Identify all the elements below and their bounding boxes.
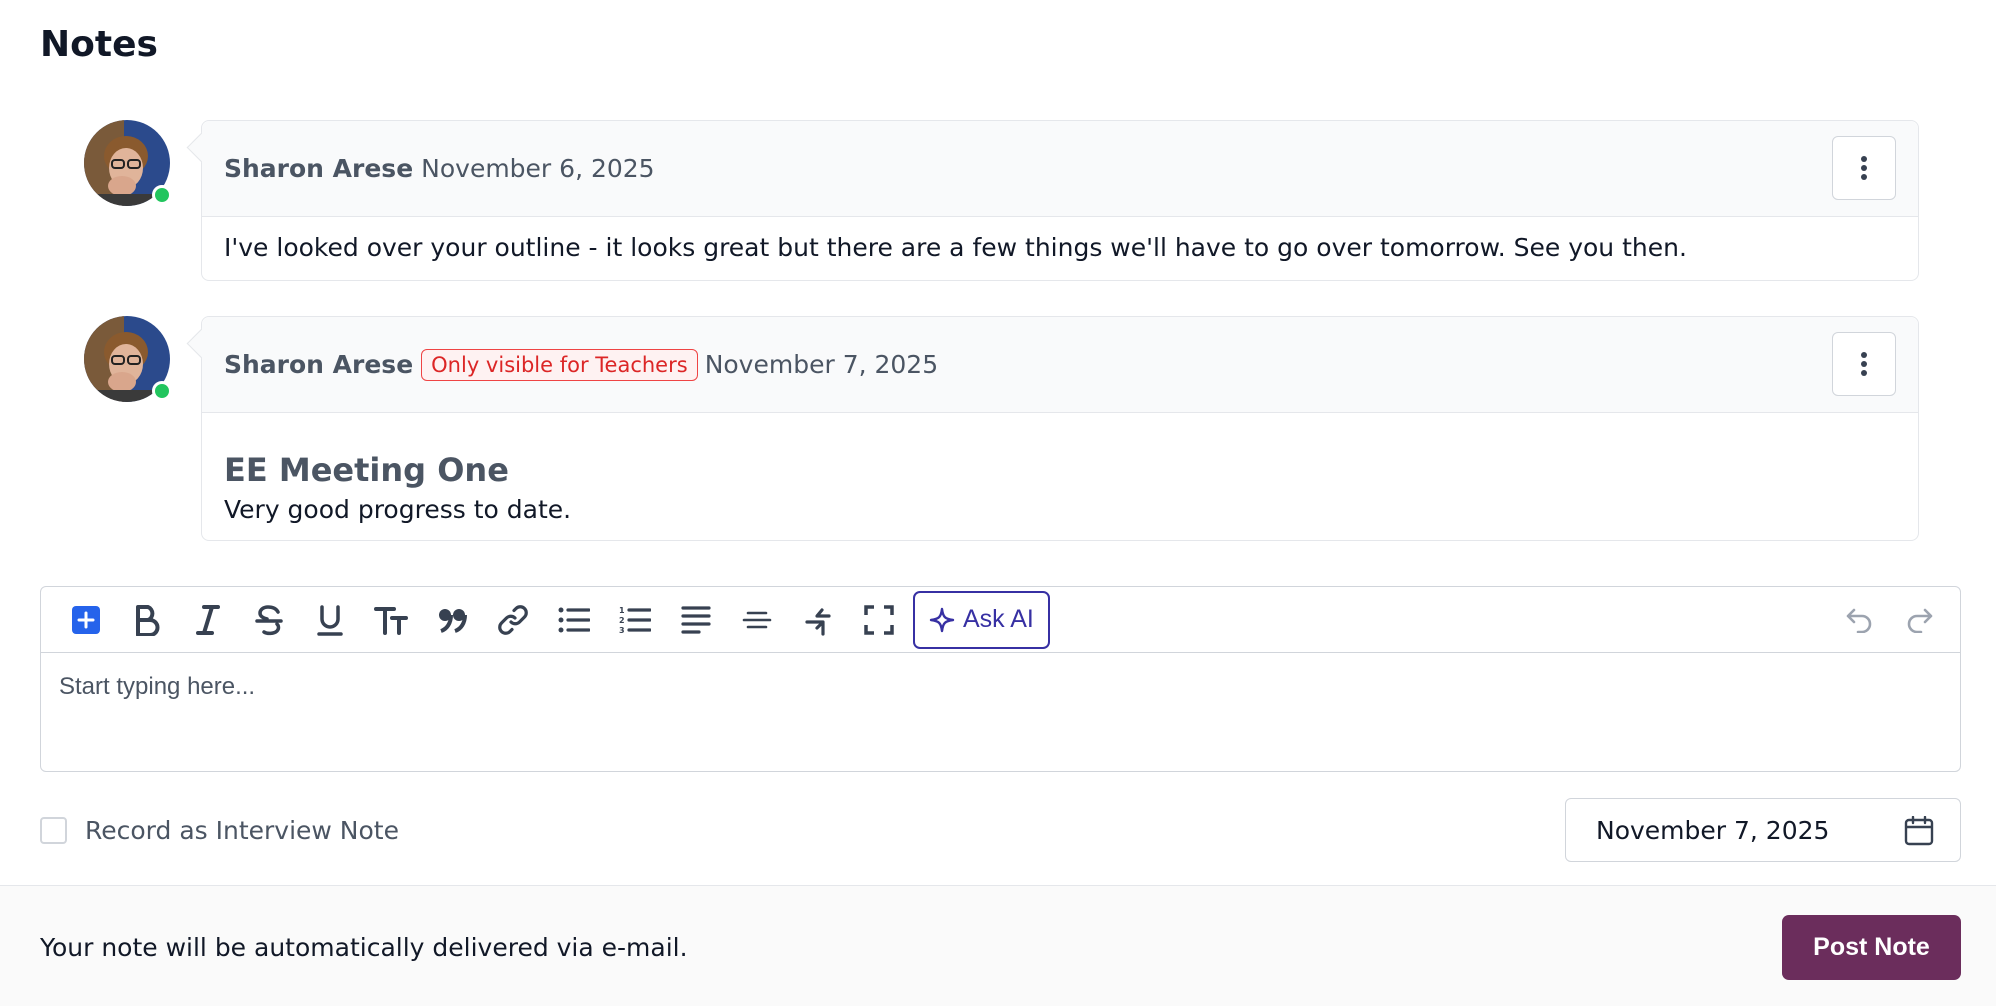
date-picker-value: November 7, 2025	[1596, 815, 1830, 845]
note-item: Sharon Arese Only visible for Teachers N…	[84, 316, 1919, 548]
note-text: Very good progress to date.	[224, 495, 572, 524]
svg-text:3: 3	[619, 626, 625, 635]
note-card: Sharon Arese Only visible for Teachers N…	[201, 316, 1919, 541]
underline-icon	[316, 604, 343, 636]
fullscreen-icon	[863, 604, 894, 635]
interview-note-checkbox[interactable]	[40, 817, 67, 844]
note-body: EE Meeting One Very good progress to dat…	[202, 413, 1918, 540]
note-header: Sharon Arese Only visible for Teachers N…	[202, 317, 1918, 413]
redo-icon	[1907, 608, 1932, 633]
add-block-icon	[71, 605, 100, 634]
align-icon	[680, 605, 711, 634]
note-menu-button[interactable]	[1832, 136, 1896, 200]
text-size-button[interactable]	[360, 595, 421, 645]
note-date-picker[interactable]: November 7, 2025	[1565, 798, 1961, 862]
online-status-dot	[152, 185, 172, 205]
note-date: November 6, 2025	[421, 154, 655, 183]
editor-toolbar: 1 2 3 Ask AI	[41, 587, 1960, 653]
note-author[interactable]: Sharon Arese	[224, 154, 413, 183]
note-card: Sharon Arese November 6, 2025 I've looke…	[201, 120, 1919, 281]
link-icon	[497, 604, 528, 635]
horizontal-rule-icon	[742, 611, 771, 628]
visibility-badge: Only visible for Teachers	[421, 348, 698, 381]
text-size-icon	[373, 606, 408, 635]
redo-button[interactable]	[1889, 595, 1950, 645]
bold-button[interactable]	[116, 595, 177, 645]
note-header: Sharon Arese November 6, 2025	[202, 121, 1918, 217]
note-date: November 7, 2025	[704, 350, 939, 379]
swap-icon	[804, 607, 831, 636]
interview-note-label[interactable]: Record as Interview Note	[85, 816, 399, 845]
note-menu-button[interactable]	[1832, 332, 1896, 396]
more-vertical-icon	[1861, 352, 1867, 376]
post-note-button[interactable]: Post Note	[1782, 915, 1961, 980]
online-status-dot	[152, 381, 172, 401]
underline-button[interactable]	[299, 595, 360, 645]
calendar-icon[interactable]	[1904, 816, 1934, 846]
fullscreen-button[interactable]	[848, 595, 909, 645]
bullet-list-icon	[558, 607, 590, 632]
more-vertical-icon	[1861, 156, 1867, 180]
align-button[interactable]	[665, 595, 726, 645]
link-button[interactable]	[482, 595, 543, 645]
note-footer: Your note will be automatically delivere…	[0, 885, 1996, 1006]
swap-button[interactable]	[787, 595, 848, 645]
italic-icon	[195, 604, 220, 635]
undo-button[interactable]	[1828, 595, 1889, 645]
quote-icon	[438, 608, 467, 633]
note-item: Sharon Arese November 6, 2025 I've looke…	[84, 120, 1919, 284]
note-editor-input[interactable]	[41, 653, 1960, 771]
add-block-button[interactable]	[55, 595, 116, 645]
strikethrough-button[interactable]	[238, 595, 299, 645]
horizontal-rule-button[interactable]	[726, 595, 787, 645]
numbered-list-icon: 1 2 3	[619, 606, 651, 635]
avatar[interactable]	[84, 316, 172, 402]
ask-ai-button[interactable]: Ask AI	[913, 590, 1050, 649]
sparkle-icon	[929, 607, 955, 632]
quote-button[interactable]	[421, 595, 482, 645]
bullet-list-button[interactable]	[543, 595, 604, 645]
svg-text:1: 1	[619, 606, 625, 615]
undo-icon	[1846, 608, 1871, 633]
note-body: I've looked over your outline - it looks…	[224, 233, 1687, 262]
strikethrough-icon	[254, 604, 283, 635]
interview-note-option[interactable]: Record as Interview Note	[40, 816, 399, 845]
bold-icon	[135, 604, 159, 636]
numbered-list-button[interactable]: 1 2 3	[604, 595, 665, 645]
note-editor: 1 2 3 Ask AI Start typing here...	[40, 586, 1961, 772]
italic-button[interactable]	[177, 595, 238, 645]
ask-ai-label: Ask AI	[963, 605, 1034, 633]
delivery-message: Your note will be automatically delivere…	[40, 933, 688, 962]
note-author[interactable]: Sharon Arese	[224, 350, 413, 379]
history-controls	[1828, 595, 1950, 645]
svg-text:2: 2	[619, 616, 625, 625]
avatar[interactable]	[84, 120, 172, 206]
page-title: Notes	[40, 24, 158, 65]
note-heading: EE Meeting One	[224, 451, 509, 489]
